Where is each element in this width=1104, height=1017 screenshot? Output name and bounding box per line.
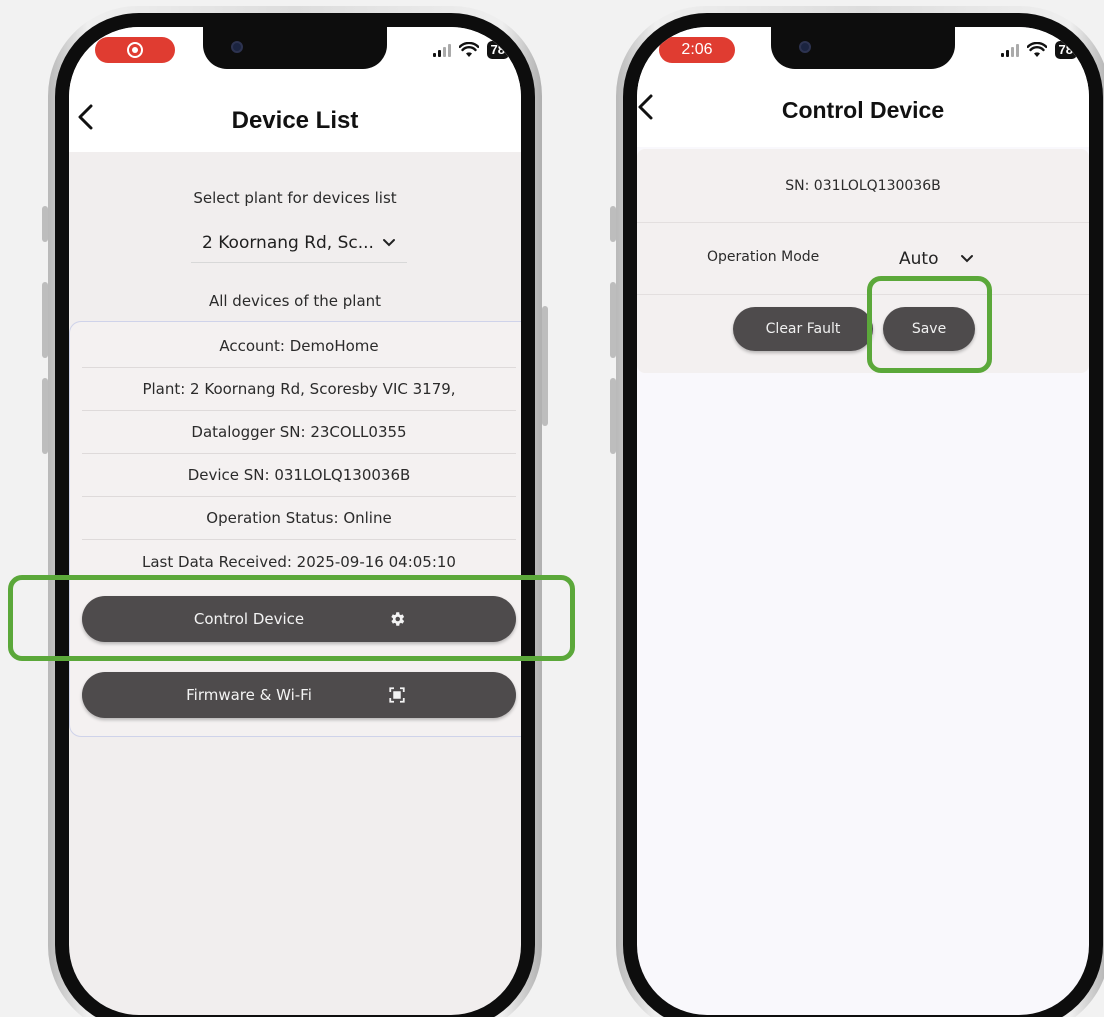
- clear-fault-button[interactable]: Clear Fault: [733, 307, 873, 351]
- operation-mode-label: Operation Mode: [707, 249, 820, 265]
- device-card: Account: DemoHome Plant: 2 Koornang Rd, …: [69, 321, 521, 737]
- operation-status-row: Operation Status: Online: [82, 497, 516, 540]
- notch: [203, 27, 387, 69]
- serial-number-label: SN: 031LOLQ130036B: [785, 177, 941, 194]
- control-device-highlight: [8, 575, 575, 661]
- status-bar-icons: 78: [432, 41, 509, 59]
- chevron-down-icon: [961, 255, 974, 263]
- camera-icon: [231, 41, 243, 53]
- battery-icon: 78: [1054, 41, 1077, 59]
- scan-icon: [389, 687, 405, 703]
- firmware-wifi-button[interactable]: Firmware & Wi-Fi: [82, 672, 516, 718]
- chevron-down-icon: [382, 238, 395, 246]
- phone-side-button: [542, 306, 548, 426]
- plant-dropdown-value: 2 Koornang Rd, Sc...: [202, 232, 374, 253]
- operation-mode-row: Operation Mode Auto: [637, 223, 1089, 295]
- right-phone: 2:06 78 Control Device SN: 031LOLQ130036…: [610, 6, 1104, 1017]
- battery-icon: 78: [486, 41, 509, 59]
- signal-icon: [432, 43, 451, 57]
- account-row: Account: DemoHome: [82, 325, 516, 368]
- device-list-screen: 78 Device List Select plant for devices …: [69, 27, 521, 1015]
- screen-recording-indicator[interactable]: [95, 37, 175, 63]
- save-highlight: [867, 276, 992, 373]
- sn-row: SN: 031LOLQ130036B: [637, 149, 1089, 223]
- operation-mode-value: Auto: [899, 249, 939, 269]
- camera-icon: [799, 41, 811, 53]
- wifi-icon: [1026, 42, 1047, 57]
- status-bar-icons: 78: [1000, 41, 1077, 59]
- phone-side-button: [42, 206, 48, 242]
- all-devices-label: All devices of the plant: [208, 292, 382, 310]
- phone-side-button: [42, 282, 48, 358]
- notch: [771, 27, 955, 69]
- control-card: SN: 031LOLQ130036B Operation Mode Auto C…: [637, 149, 1089, 373]
- datalogger-sn-row: Datalogger SN: 23COLL0355: [82, 411, 516, 454]
- phone-side-button: [42, 378, 48, 454]
- device-sn-row: Device SN: 031LOLQ130036B: [82, 454, 516, 497]
- firmware-wifi-label: Firmware & Wi-Fi: [186, 686, 312, 704]
- page-title: Device List: [231, 107, 359, 134]
- signal-icon: [1000, 43, 1019, 57]
- record-icon: [127, 42, 143, 58]
- plant-row: Plant: 2 Koornang Rd, Scoresby VIC 3179,: [82, 368, 516, 411]
- phone-side-button: [610, 378, 616, 454]
- wifi-icon: [458, 42, 479, 57]
- operation-mode-dropdown[interactable]: Auto: [899, 243, 999, 275]
- left-phone: 78 Device List Select plant for devices …: [42, 6, 548, 1017]
- select-plant-prompt: Select plant for devices list: [193, 189, 397, 207]
- status-time: 2:06: [659, 37, 735, 63]
- page-title: Control Device: [781, 97, 945, 123]
- plant-dropdown[interactable]: 2 Koornang Rd, Sc...: [191, 223, 407, 263]
- phone-side-button: [610, 206, 616, 242]
- phone-side-button: [610, 282, 616, 358]
- control-device-screen: 2:06 78 Control Device SN: 031LOLQ130036…: [637, 27, 1089, 1015]
